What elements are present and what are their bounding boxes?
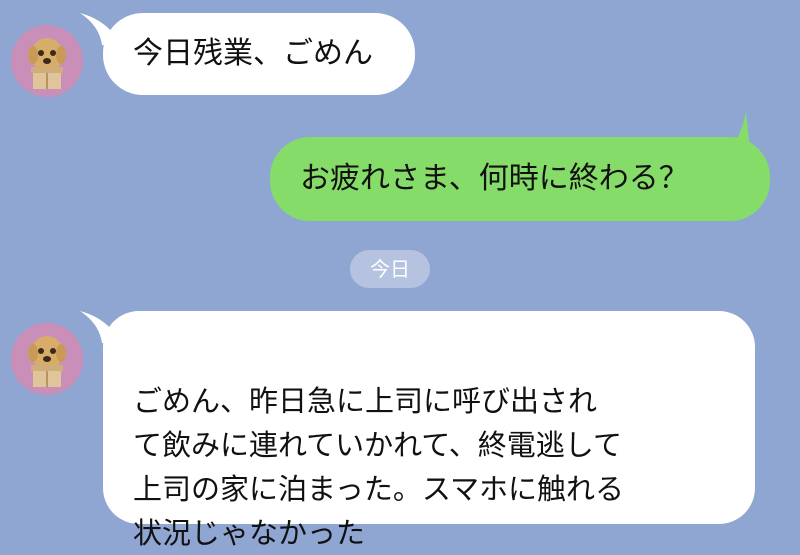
contact-avatar[interactable] (11, 25, 83, 97)
dog-in-box-avatar-icon (11, 25, 83, 97)
dog-in-box-avatar-icon (11, 323, 83, 395)
message-text: ごめん、昨日急に上司に呼び出され て飲みに連れていかれて、終電逃して 上司の家に… (133, 384, 624, 550)
date-separator: 今日 (350, 250, 430, 288)
contact-avatar[interactable] (11, 323, 83, 395)
message-text: 今日残業、ごめん (133, 36, 373, 71)
message-text: お疲れさま、何時に終わる？ (300, 161, 689, 196)
outgoing-message-bubble[interactable]: お疲れさま、何時に終わる？ (270, 137, 770, 221)
incoming-message-bubble[interactable]: ごめん、昨日急に上司に呼び出され て飲みに連れていかれて、終電逃して 上司の家に… (103, 311, 755, 550)
incoming-message-bubble[interactable]: 今日残業、ごめん (103, 13, 415, 95)
